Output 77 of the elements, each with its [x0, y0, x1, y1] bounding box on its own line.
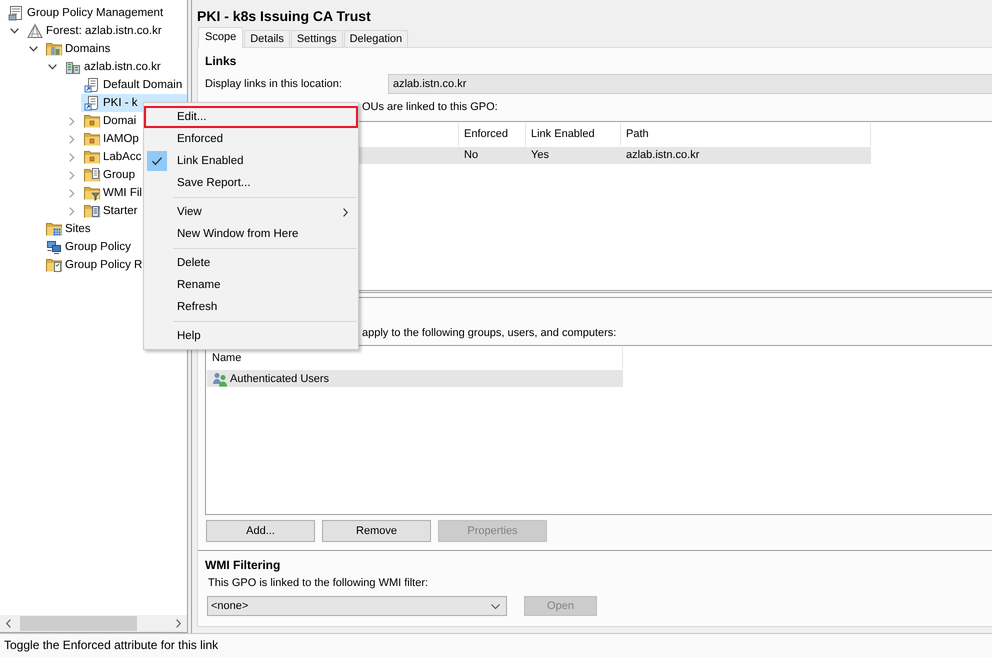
section-heading: Links [205, 54, 236, 68]
folder-buildings-icon [46, 41, 62, 57]
chevron-down-icon[interactable] [10, 28, 19, 34]
console-icon [8, 5, 24, 21]
buildings-icon [65, 59, 81, 75]
chevron-right-icon[interactable] [68, 170, 74, 180]
chevron-right-icon[interactable] [68, 188, 74, 198]
chevron-right-icon[interactable] [68, 134, 74, 144]
tree-item[interactable]: Sites [43, 220, 94, 238]
scroll-left-icon[interactable] [6, 619, 11, 628]
chevron-down-icon[interactable] [29, 46, 38, 52]
tree-item[interactable]: Domai [81, 112, 140, 130]
users-icon [212, 370, 228, 386]
folder-grid-icon [46, 221, 62, 237]
section-heading: WMI Filtering [205, 558, 280, 572]
shortcut-document-icon [84, 95, 100, 111]
table-cell-text: azlab.istn.co.kr [625, 148, 700, 163]
description-text: OUs are linked to this GPO: [362, 100, 498, 114]
menu-item[interactable]: View [144, 201, 358, 223]
table-cell-text: No [463, 148, 480, 163]
shortcut-document-icon [84, 77, 100, 93]
menu-item[interactable]: Rename [144, 274, 358, 296]
chevron-right-icon[interactable] [68, 116, 74, 126]
tree-item[interactable]: azlab.istn.co.kr [62, 58, 164, 76]
description-text: apply to the following groups, users, and computers: [362, 326, 616, 340]
tab[interactable]: Details [244, 30, 290, 47]
tree-item[interactable]: Group Policy Management [5, 4, 166, 22]
chevron-right-icon[interactable] [68, 152, 74, 162]
column-header[interactable]: Link Enabled [526, 123, 621, 146]
menu-item[interactable]: New Window from Here [144, 223, 358, 245]
chevron-right-icon[interactable] [68, 206, 74, 216]
tree-item[interactable]: Group [81, 166, 138, 184]
scrollbar-thumb[interactable] [20, 616, 137, 631]
tree-item[interactable]: WMI Fil [81, 184, 145, 202]
folder-icon [84, 113, 100, 129]
chevron-down-icon [491, 604, 500, 608]
tree-item[interactable]: Default Domain [81, 76, 186, 94]
status-text: Toggle the Enforced attribute for this link [4, 637, 218, 654]
folder-document-icon [84, 167, 100, 183]
menu-item[interactable]: Save Report... [144, 172, 358, 194]
folder-icon [84, 131, 100, 147]
folder-icon [84, 149, 100, 165]
tab[interactable]: Settings [290, 30, 343, 47]
menu-item[interactable]: Help [144, 325, 358, 347]
folder-document-icon [84, 203, 100, 219]
wmi-filter-dropdown[interactable]: <none> [207, 596, 507, 616]
menu-item[interactable]: Delete [144, 252, 358, 274]
tab[interactable]: Delegation [344, 30, 408, 47]
table-cell: Authenticated Users [230, 372, 330, 384]
menu-item[interactable]: Refresh [144, 296, 358, 318]
horizontal-scrollbar[interactable] [0, 615, 187, 632]
tree-item[interactable]: Group Policy R [43, 256, 146, 274]
folder-filter-icon [84, 185, 100, 201]
list-row[interactable]: Authenticated Users [207, 370, 623, 387]
field-label: This GPO is linked to the following WMI filter: [208, 576, 428, 590]
location-field[interactable]: azlab.istn.co.kr [388, 74, 992, 94]
computers-icon [46, 239, 62, 255]
tree-item[interactable]: Group Policy [43, 238, 134, 256]
scroll-right-icon[interactable] [176, 619, 181, 628]
action-button[interactable]: Remove [322, 520, 431, 542]
gpo-title: PKI - k8s Issuing CA Trust [197, 7, 371, 26]
menu-item[interactable]: Enforced [144, 128, 358, 150]
table-cell-text: Yes [530, 148, 550, 163]
column-header[interactable]: Path [621, 123, 871, 146]
folder-report-icon [46, 257, 62, 273]
triangle-icon [27, 23, 43, 39]
tree-item[interactable]: LabAcc [81, 148, 144, 166]
action-button[interactable]: Add... [206, 520, 315, 542]
tree-item[interactable]: Domains [43, 40, 114, 58]
checkmark-icon [147, 151, 167, 171]
column-header[interactable]: Enforced [459, 123, 526, 146]
tree-item[interactable]: Starter [81, 202, 141, 220]
tab[interactable]: Scope [198, 27, 244, 48]
chevron-down-icon[interactable] [48, 64, 57, 70]
field-label: Display links in this location: [205, 78, 342, 90]
tree-item[interactable]: Forest: azlab.istn.co.kr [24, 22, 165, 40]
tree-item[interactable]: IAMOp [81, 130, 142, 148]
